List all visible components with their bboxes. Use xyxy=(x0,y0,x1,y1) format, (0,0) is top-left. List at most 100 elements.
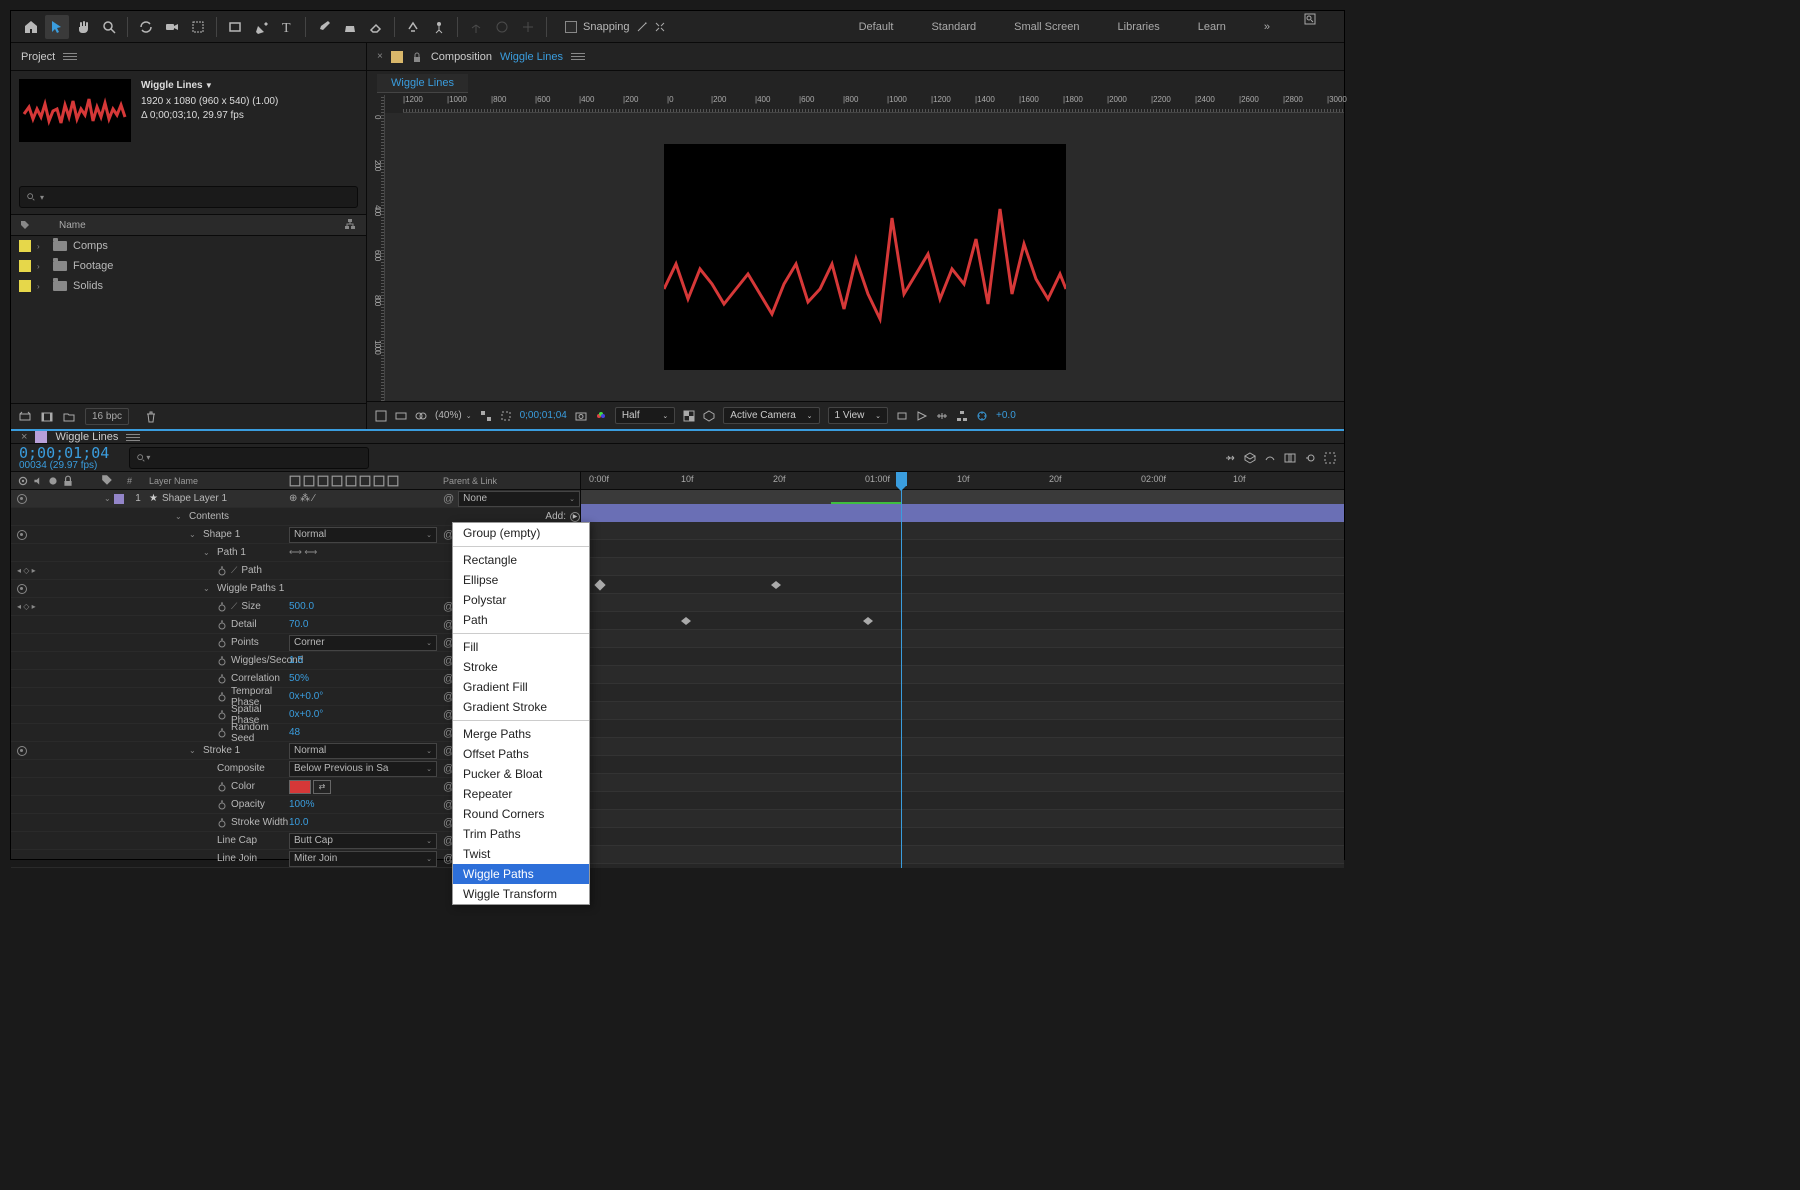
3d-col-icon[interactable] xyxy=(387,475,399,487)
camera-select[interactable]: Active Camera ⌄ xyxy=(723,407,819,424)
project-search-input[interactable]: ▾ xyxy=(19,186,358,208)
workspace-libraries[interactable]: Libraries xyxy=(1114,13,1164,41)
current-time[interactable]: 0;00;01;04 xyxy=(520,410,567,421)
grid-icon[interactable] xyxy=(375,410,387,422)
track-lane[interactable] xyxy=(581,684,1344,702)
keyframe-nav[interactable]: ◂ ◇ ▸ xyxy=(17,602,36,611)
menu-item[interactable]: Round Corners xyxy=(453,804,589,824)
panel-menu-icon[interactable] xyxy=(63,53,77,60)
clone-stamp-tool[interactable] xyxy=(338,15,362,39)
timeline-tab[interactable]: × Wiggle Lines xyxy=(11,431,1344,444)
workspace-standard[interactable]: Standard xyxy=(927,13,980,41)
camera-tool[interactable] xyxy=(160,15,184,39)
menu-item[interactable]: Wiggle Paths xyxy=(453,864,589,884)
menu-item[interactable]: Merge Paths xyxy=(453,724,589,744)
solo-col-icon[interactable] xyxy=(47,475,59,487)
property-value[interactable]: 70.0 xyxy=(289,619,308,630)
menu-item[interactable]: Path xyxy=(453,610,589,630)
toggle-alpha-icon[interactable] xyxy=(415,410,427,422)
collapse-col-icon[interactable] xyxy=(303,475,315,487)
layer-row[interactable]: ⌄1★ Shape Layer 1⊕ ⁂ ∕@None⌄ xyxy=(11,490,580,508)
visibility-toggle[interactable] xyxy=(17,494,27,504)
property-value[interactable]: 500.0 xyxy=(289,601,314,612)
video-col-icon[interactable] xyxy=(17,475,29,487)
stopwatch-icon[interactable] xyxy=(217,710,227,720)
track-lane[interactable] xyxy=(581,774,1344,792)
track-lane[interactable] xyxy=(581,558,1344,576)
property-select[interactable]: Butt Cap⌄ xyxy=(289,833,437,849)
property-value[interactable]: 50% xyxy=(289,673,309,684)
transparency-grid-icon[interactable] xyxy=(683,410,695,422)
comp-mini-flowchart-icon[interactable] xyxy=(1224,452,1236,464)
track-lane[interactable] xyxy=(581,846,1344,864)
stopwatch-icon[interactable] xyxy=(217,674,227,684)
channel-icon[interactable] xyxy=(595,410,607,422)
close-icon[interactable]: × xyxy=(21,431,27,443)
label-icon[interactable] xyxy=(19,219,31,231)
track-lane[interactable] xyxy=(581,522,1344,540)
project-folder-comps[interactable]: ›Comps xyxy=(11,236,366,256)
menu-item[interactable]: Pucker & Bloat xyxy=(453,764,589,784)
view-axis-icon[interactable] xyxy=(516,15,540,39)
resolution-icon[interactable] xyxy=(480,410,492,422)
menu-item[interactable]: Ellipse xyxy=(453,570,589,590)
stopwatch-icon[interactable] xyxy=(217,818,227,828)
property-value[interactable]: 48 xyxy=(289,727,300,738)
pan-behind-tool[interactable] xyxy=(186,15,210,39)
stopwatch-icon[interactable] xyxy=(217,566,227,576)
world-axis-icon[interactable] xyxy=(490,15,514,39)
local-axis-icon[interactable] xyxy=(464,15,488,39)
track-lane[interactable] xyxy=(581,648,1344,666)
shy-col-icon[interactable] xyxy=(289,475,301,487)
workspace-small-screen[interactable]: Small Screen xyxy=(1010,13,1083,41)
menu-item[interactable]: Repeater xyxy=(453,784,589,804)
track-lane[interactable] xyxy=(581,666,1344,684)
timeline-icon[interactable] xyxy=(936,410,948,422)
label-col-icon[interactable] xyxy=(101,478,113,488)
keyframe[interactable] xyxy=(863,617,873,625)
shy-icon[interactable] xyxy=(1264,452,1276,464)
track-lane[interactable] xyxy=(581,720,1344,738)
view-layout-select[interactable]: 1 View ⌄ xyxy=(828,407,889,424)
track-lane[interactable] xyxy=(581,612,1344,630)
color-swatch[interactable] xyxy=(289,780,311,794)
track-lane[interactable] xyxy=(581,810,1344,828)
work-area-bar[interactable] xyxy=(581,490,1344,504)
resolution-select[interactable]: Half ⌄ xyxy=(615,407,675,424)
rectangle-tool[interactable] xyxy=(223,15,247,39)
timeline-ruler[interactable]: 0:00f10f20f01:00f10f20f02:00f10f xyxy=(581,472,1344,490)
adjustment-col-icon[interactable] xyxy=(373,475,385,487)
toggle-mask-icon[interactable] xyxy=(395,410,407,422)
keyframe[interactable] xyxy=(681,617,691,625)
frame-blend-icon[interactable] xyxy=(1284,452,1296,464)
property-select[interactable]: Normal⌄ xyxy=(289,527,437,543)
orbit-tool[interactable] xyxy=(134,15,158,39)
track-lane[interactable] xyxy=(581,864,1344,868)
menu-item[interactable]: Gradient Stroke xyxy=(453,697,589,717)
keyframe[interactable] xyxy=(771,581,781,589)
stopwatch-icon[interactable] xyxy=(217,656,227,666)
stopwatch-icon[interactable] xyxy=(217,692,227,702)
comp-name[interactable]: Wiggle Lines xyxy=(141,79,278,93)
menu-item[interactable]: Wiggle Transform xyxy=(453,884,589,904)
stopwatch-icon[interactable] xyxy=(217,800,227,810)
color-depth[interactable]: 16 bpc xyxy=(85,408,129,425)
stopwatch-icon[interactable] xyxy=(217,638,227,648)
menu-item[interactable]: Offset Paths xyxy=(453,744,589,764)
eraser-tool[interactable] xyxy=(364,15,388,39)
motion-blur-icon[interactable] xyxy=(1304,452,1316,464)
visibility-toggle[interactable] xyxy=(17,530,27,540)
stopwatch-icon[interactable] xyxy=(217,728,227,738)
workspace-learn[interactable]: Learn xyxy=(1194,13,1230,41)
menu-item[interactable]: Trim Paths xyxy=(453,824,589,844)
project-tab[interactable]: Project xyxy=(11,43,366,71)
close-icon[interactable]: × xyxy=(377,51,383,62)
pen-tool[interactable] xyxy=(249,15,273,39)
property-select[interactable]: Miter Join⌄ xyxy=(289,851,437,867)
snap-edge-icon[interactable] xyxy=(636,21,648,33)
exposure-value[interactable]: +0.0 xyxy=(996,410,1016,421)
puppet-pin-tool[interactable] xyxy=(427,15,451,39)
type-tool[interactable]: T xyxy=(275,15,299,39)
track-lane[interactable] xyxy=(581,594,1344,612)
home-icon[interactable] xyxy=(19,15,43,39)
